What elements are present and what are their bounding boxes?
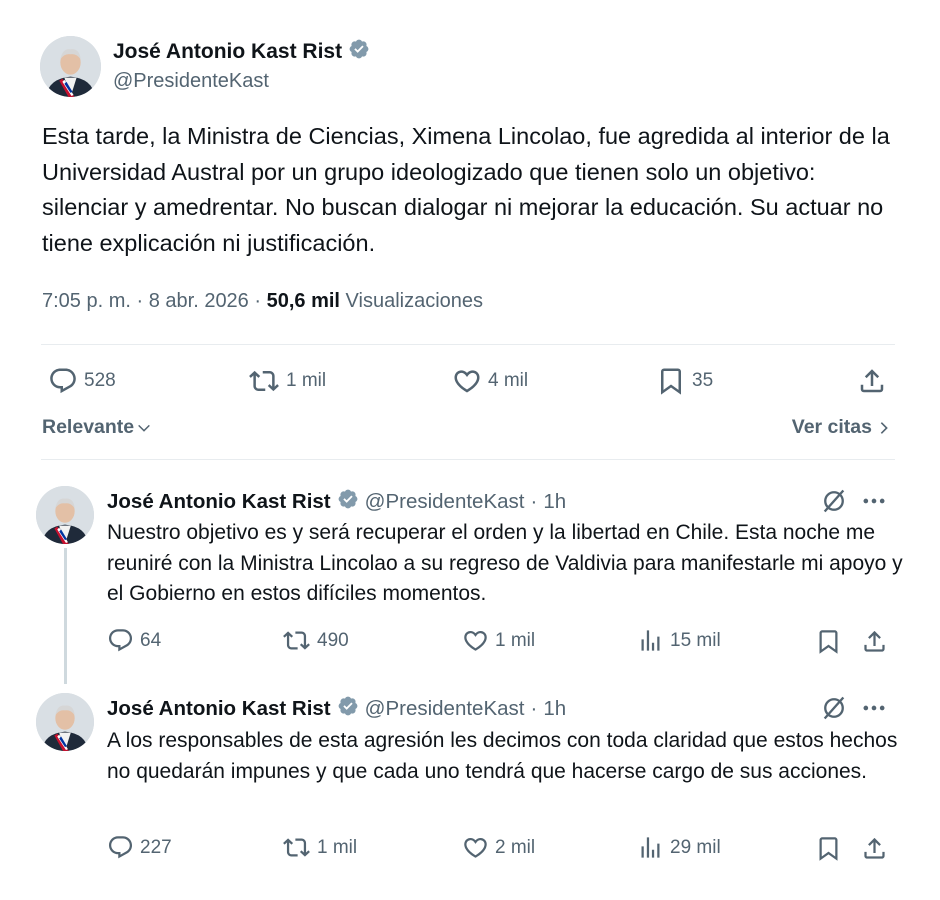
avatar[interactable] — [36, 693, 94, 751]
share-button[interactable] — [857, 366, 887, 396]
reply-button[interactable]: 64 — [107, 627, 161, 654]
avatar[interactable] — [40, 36, 101, 97]
views-button[interactable]: 29 mil — [637, 834, 721, 861]
like-button[interactable]: 1 mil — [462, 627, 535, 654]
author-handle[interactable]: @PresidenteKast — [113, 70, 269, 93]
chevron-right-icon — [880, 421, 888, 434]
meta-separator: · — [136, 290, 149, 312]
like-count: 2 mil — [495, 836, 536, 858]
tweet-time[interactable]: 7:05 p. m. — [42, 290, 131, 312]
views-icon — [641, 630, 660, 651]
reply-header: José Antonio Kast Rist @PresidenteKast ·… — [107, 695, 566, 723]
views-count: 15 mil — [670, 629, 721, 651]
share-icon[interactable] — [861, 835, 888, 862]
meta-separator: · — [530, 490, 538, 513]
reply-button[interactable]: 227 — [107, 834, 172, 861]
author-name[interactable]: José Antonio Kast Rist — [107, 697, 331, 721]
author-name[interactable]: José Antonio Kast Rist — [113, 40, 342, 64]
views-count: 50,6 mil — [266, 290, 340, 312]
chevron-down-icon — [138, 424, 150, 432]
divider — [41, 344, 895, 345]
views-label: Visualizaciones — [345, 290, 484, 312]
like-button[interactable]: 4 mil — [452, 366, 528, 396]
reply-button[interactable]: 528 — [48, 366, 116, 396]
repost-count: 1 mil — [286, 370, 327, 391]
more-icon[interactable] — [860, 487, 888, 515]
meta-separator: · — [254, 290, 267, 312]
views-button[interactable]: 15 mil — [637, 627, 721, 654]
like-count: 1 mil — [495, 629, 536, 651]
repost-button[interactable]: 1 mil — [248, 366, 326, 396]
bookmark-count: 35 — [692, 370, 714, 391]
share-icon — [860, 369, 884, 393]
like-icon — [454, 370, 480, 393]
verified-badge-icon[interactable] — [348, 38, 370, 66]
reply-count: 227 — [140, 836, 172, 858]
views-count: 29 mil — [670, 836, 721, 858]
reply-text: Nuestro objetivo es y será recuperar el … — [107, 521, 903, 605]
sort-label: Relevante — [42, 416, 135, 438]
reply-icon — [108, 629, 133, 652]
bookmark-icon[interactable] — [815, 835, 842, 862]
meta-separator: · — [530, 697, 538, 720]
verified-badge-icon[interactable] — [337, 488, 359, 516]
reply-count: 528 — [84, 370, 116, 391]
sort-dropdown[interactable]: Relevante — [42, 416, 152, 439]
share-icon[interactable] — [861, 628, 888, 655]
author-name-row[interactable]: José Antonio Kast Rist — [113, 38, 370, 66]
reply-icon — [108, 836, 133, 859]
like-count: 4 mil — [488, 370, 529, 391]
repost-icon — [283, 631, 310, 650]
reply-count: 64 — [140, 629, 162, 651]
view-quotes-link[interactable]: Ver citas — [792, 416, 892, 439]
repost-icon — [249, 370, 279, 392]
grok-icon[interactable] — [820, 694, 848, 722]
author-handle[interactable]: @PresidenteKast — [365, 697, 525, 721]
repost-button[interactable]: 1 mil — [282, 834, 357, 861]
quotes-label: Ver citas — [791, 416, 872, 438]
bookmark-icon[interactable] — [815, 628, 842, 655]
reply-header: José Antonio Kast Rist @PresidenteKast ·… — [107, 488, 566, 516]
views-icon — [641, 837, 660, 858]
repost-count: 1 mil — [317, 836, 358, 858]
reply-text: A los responsables de esta agresión les … — [107, 729, 898, 783]
thread-connector — [64, 548, 67, 684]
verified-badge-icon[interactable] — [337, 695, 359, 723]
reply-time[interactable]: 1h — [543, 697, 566, 721]
repost-button[interactable]: 490 — [282, 627, 349, 654]
tweet-text: Esta tarde, la Ministra de Ciencias, Xim… — [42, 123, 890, 256]
reply-icon — [50, 368, 76, 394]
repost-icon — [283, 838, 310, 857]
bookmark-icon — [661, 368, 681, 395]
like-icon — [464, 837, 487, 858]
bookmark-button[interactable]: 35 — [656, 366, 713, 396]
grok-icon[interactable] — [820, 487, 848, 515]
tweet-meta: 7:05 p. m. · 8 abr. 2026 · 50,6 mil Visu… — [42, 290, 483, 313]
repost-count: 490 — [317, 629, 349, 651]
like-icon — [464, 630, 487, 651]
like-button[interactable]: 2 mil — [462, 834, 535, 861]
divider — [41, 459, 895, 460]
reply-time[interactable]: 1h — [543, 490, 566, 514]
tweet-date[interactable]: 8 abr. 2026 — [149, 290, 249, 312]
avatar[interactable] — [36, 486, 94, 544]
author-name[interactable]: José Antonio Kast Rist — [107, 490, 331, 514]
more-icon[interactable] — [860, 694, 888, 722]
author-handle[interactable]: @PresidenteKast — [365, 490, 525, 514]
